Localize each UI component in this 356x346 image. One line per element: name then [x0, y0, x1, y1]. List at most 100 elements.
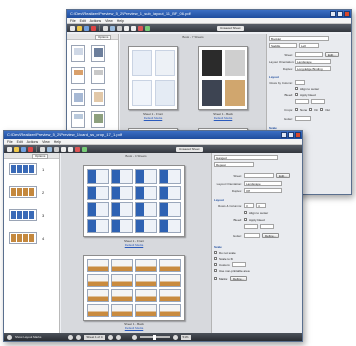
use-non-printable-checkbox[interactable]: [214, 269, 217, 272]
next-page-icon[interactable]: [107, 334, 113, 340]
marks-checkbox[interactable]: [214, 277, 217, 280]
zoom-out-small-icon[interactable]: [131, 334, 137, 340]
page-thumbnail[interactable]: [9, 186, 37, 198]
crop-icon[interactable]: [75, 146, 80, 152]
page-thumbnail[interactable]: [91, 67, 105, 84]
last-page-icon[interactable]: [115, 334, 121, 340]
new-icon[interactable]: [7, 146, 12, 152]
move-icon[interactable]: [54, 146, 59, 152]
crops-on-radio[interactable]: [309, 108, 313, 111]
select-icon[interactable]: [103, 25, 108, 31]
gutter-input[interactable]: [244, 233, 260, 238]
delete-icon[interactable]: [91, 25, 96, 31]
sheet-preview[interactable]: [83, 255, 185, 321]
menu-file[interactable]: File: [70, 18, 76, 23]
layout-marks-toggle-icon[interactable]: [7, 334, 12, 340]
page-thumbnail[interactable]: [91, 45, 105, 62]
new-icon[interactable]: [70, 25, 75, 31]
use-sheet-button[interactable]: Unsaved Sheet: [176, 146, 203, 152]
zoom-in-icon[interactable]: [124, 25, 129, 31]
sheet-preview[interactable]: [198, 46, 248, 110]
apply-bleed-checkbox[interactable]: [295, 93, 298, 96]
page-thumbnail[interactable]: [71, 89, 85, 106]
close-button[interactable]: [344, 11, 350, 17]
layout-orientation-select[interactable]: Landscape: [244, 181, 282, 186]
sheet-preview[interactable]: [83, 165, 185, 237]
menu-help[interactable]: Help: [117, 18, 124, 23]
page-icon[interactable]: [47, 146, 52, 152]
menu-edit[interactable]: Edit: [80, 18, 86, 23]
menu-edit[interactable]: Edit: [17, 139, 23, 144]
sheet-select[interactable]: [244, 173, 274, 178]
menu-view[interactable]: View: [105, 18, 113, 23]
zoom-level-field[interactable]: 51%: [180, 334, 191, 340]
sheet-media-link[interactable]: Default Media: [198, 116, 248, 121]
zoom-slider[interactable]: [139, 334, 170, 340]
bleed-input[interactable]: [260, 224, 274, 229]
zoom-out-icon[interactable]: [68, 146, 73, 152]
layout-type-select[interactable]: Ganged: [214, 155, 278, 160]
crops-out-radio[interactable]: [320, 108, 324, 111]
menu-actions[interactable]: Actions: [90, 18, 101, 23]
front-window-titlebar[interactable]: C:\Dev\Realizer\Preview_5_2\Preview_1\ca…: [4, 131, 302, 139]
sheet-media-link[interactable]: Default Media: [128, 116, 178, 121]
sheet-navigator-field[interactable]: Sheet 1 of 4: [84, 334, 105, 340]
page-thumbnail[interactable]: [9, 209, 37, 221]
page-thumbnail[interactable]: [71, 67, 85, 84]
prev-page-icon[interactable]: [76, 334, 82, 340]
columns-input[interactable]: 4: [256, 203, 266, 208]
save-icon[interactable]: [21, 146, 26, 152]
page-thumbnail[interactable]: [71, 111, 85, 128]
sidebar-options-button[interactable]: Options: [32, 154, 49, 159]
menu-actions[interactable]: Actions: [27, 139, 38, 144]
minimize-button[interactable]: [330, 11, 336, 17]
apply-bleed-checkbox[interactable]: [244, 218, 247, 221]
sheet-media-link[interactable]: Default Media: [83, 243, 185, 248]
delete-icon[interactable]: [28, 146, 33, 152]
rows-input[interactable]: 3: [244, 203, 254, 208]
layout-type-select[interactable]: Booklet: [269, 36, 329, 41]
gutter-define-button[interactable]: Define...: [262, 233, 280, 238]
align-center-checkbox[interactable]: [244, 211, 247, 214]
page-thumbnail[interactable]: [91, 89, 105, 106]
close-button[interactable]: [295, 132, 301, 138]
custom-scale-radio[interactable]: [214, 263, 217, 266]
zoom-in-small-icon[interactable]: [172, 334, 178, 340]
back-window-titlebar[interactable]: C:\Dev\Realizer\Preview_5_2\Preview_1_su…: [67, 10, 351, 18]
custom-scale-input[interactable]: [232, 262, 247, 267]
page-thumbnail[interactable]: [9, 163, 37, 175]
first-page-icon[interactable]: [68, 334, 74, 340]
open-icon[interactable]: [77, 25, 82, 31]
save-icon[interactable]: [84, 25, 89, 31]
layout-orientation-select[interactable]: Landscape: [295, 59, 331, 64]
gutter-input[interactable]: [295, 116, 311, 121]
menu-help[interactable]: Help: [54, 139, 61, 144]
menu-view[interactable]: View: [42, 139, 50, 144]
grid-icon[interactable]: [82, 146, 87, 152]
marks-define-button[interactable]: Define...: [230, 276, 248, 281]
duplex-select[interactable]: Long-Edge Binding: [295, 66, 331, 71]
sidebar-options-button[interactable]: Options: [95, 35, 112, 40]
maximize-button[interactable]: [337, 11, 343, 17]
ganged-mode-select[interactable]: Repeat: [214, 162, 254, 167]
open-icon[interactable]: [14, 146, 19, 152]
duplex-select[interactable]: Off: [244, 188, 282, 193]
sheet-edit-button[interactable]: Edit...: [276, 173, 290, 178]
sheet-select[interactable]: [295, 52, 323, 57]
page-thumbnail[interactable]: [71, 45, 85, 62]
binding-select[interactable]: Saddle: [269, 43, 297, 48]
bleed-input[interactable]: [244, 224, 258, 229]
sheet-media-link[interactable]: Default Media: [83, 326, 185, 331]
align-center-checkbox[interactable]: [295, 87, 298, 90]
do-not-scale-radio[interactable]: [214, 251, 217, 254]
grid-icon[interactable]: [145, 25, 150, 31]
creep-select[interactable]: Left: [299, 43, 319, 48]
menu-file[interactable]: File: [7, 139, 13, 144]
crops-none-radio[interactable]: [295, 108, 298, 111]
bleed-input[interactable]: [295, 99, 309, 104]
scale-to-fit-radio[interactable]: [214, 257, 217, 260]
zoom-out-icon[interactable]: [131, 25, 136, 31]
rows-input[interactable]: [295, 80, 305, 85]
zoom-in-icon[interactable]: [61, 146, 66, 152]
move-icon[interactable]: [117, 25, 122, 31]
